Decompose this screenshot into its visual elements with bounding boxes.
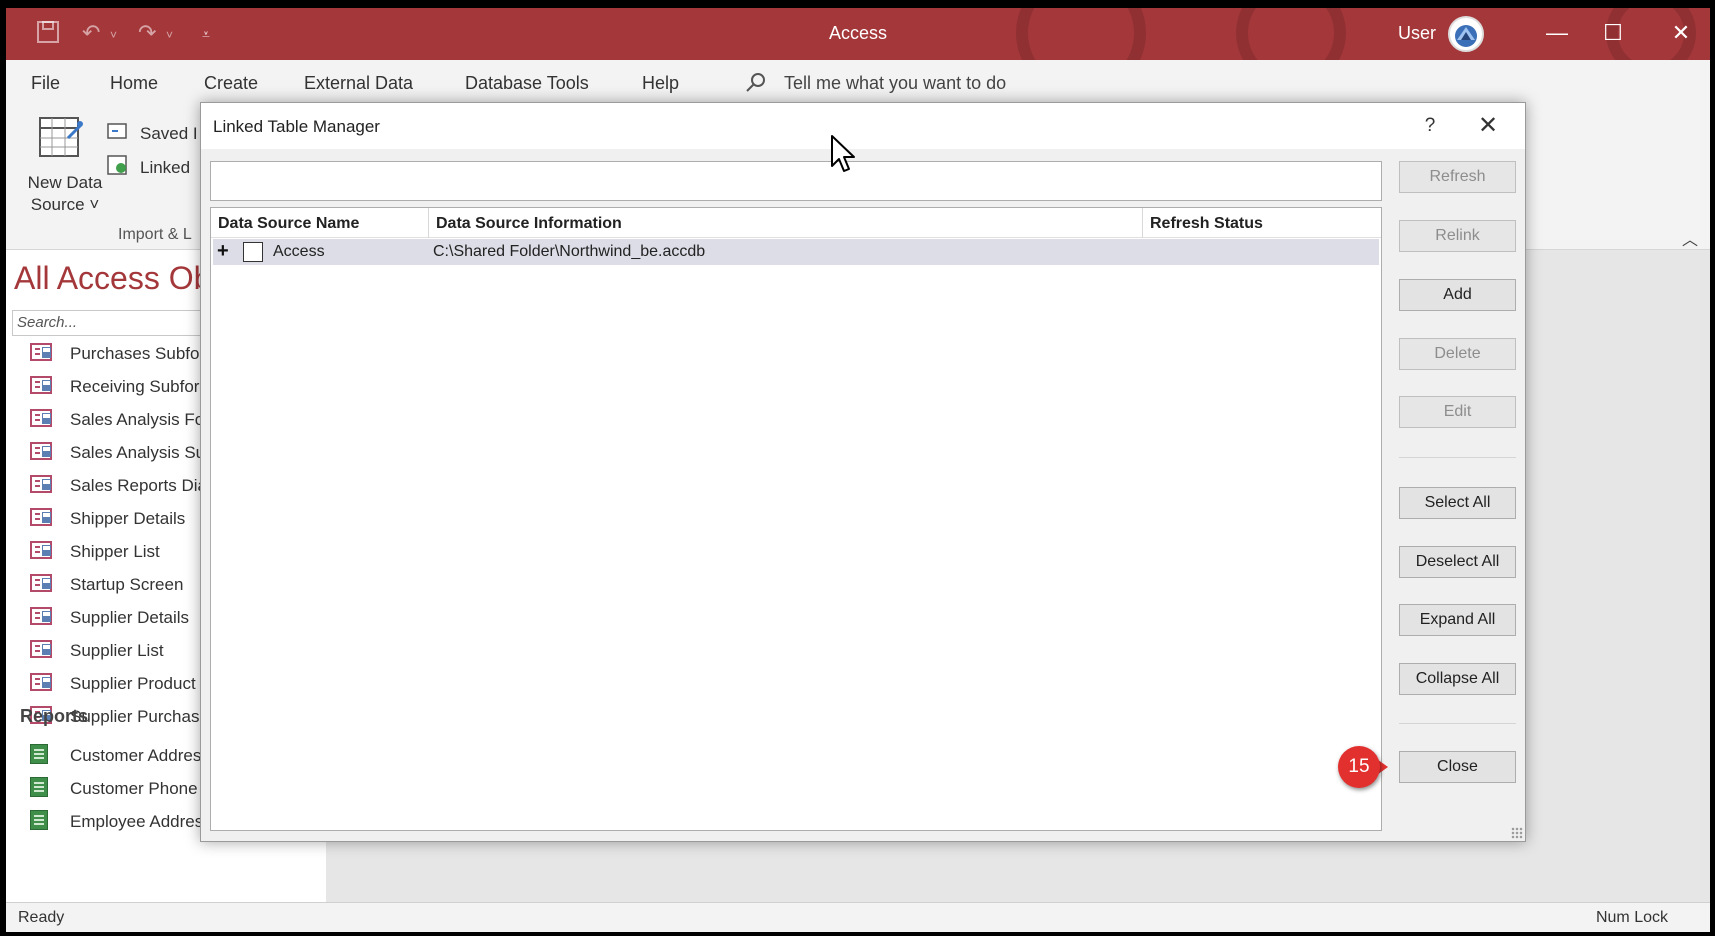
button-separator bbox=[1399, 457, 1516, 458]
delete-button[interactable]: Delete bbox=[1399, 338, 1516, 370]
dialog-title-bar: Linked Table Manager ? ✕ bbox=[201, 103, 1525, 149]
report-icon bbox=[30, 744, 48, 764]
minimize-button[interactable]: — bbox=[1542, 18, 1572, 48]
menu-bar: File Home Create External Data Database … bbox=[6, 60, 1710, 100]
add-button[interactable]: Add bbox=[1399, 279, 1516, 311]
title-bar: ↶ ˅ ↷ ˅ ⩡ Access User — ☐ ✕ bbox=[6, 8, 1710, 60]
collapse-all-button[interactable]: Collapse All bbox=[1399, 663, 1516, 695]
status-bar: Ready Num Lock bbox=[6, 902, 1710, 932]
select-all-button[interactable]: Select All bbox=[1399, 487, 1516, 519]
form-icon bbox=[30, 607, 52, 625]
tab-database-tools[interactable]: Database Tools bbox=[465, 73, 589, 94]
relink-button[interactable]: Relink bbox=[1399, 220, 1516, 252]
tab-external-data[interactable]: External Data bbox=[304, 73, 413, 94]
tab-file[interactable]: File bbox=[31, 73, 60, 94]
report-icon bbox=[30, 777, 48, 797]
column-header-data-source-information[interactable]: Data Source Information bbox=[429, 208, 1143, 238]
new-data-source-icon[interactable] bbox=[38, 114, 84, 165]
row-checkbox[interactable] bbox=[243, 242, 263, 262]
linked-tables-list[interactable]: Data Source Name Data Source Information… bbox=[210, 207, 1382, 831]
deselect-all-button[interactable]: Deselect All bbox=[1399, 546, 1516, 578]
linked-table-manager-button[interactable]: Linked bbox=[140, 158, 190, 178]
tab-create[interactable]: Create bbox=[204, 73, 258, 94]
form-icon bbox=[30, 541, 52, 559]
form-icon bbox=[30, 343, 52, 361]
table-row[interactable]: + Access C:\Shared Folder\Northwind_be.a… bbox=[213, 239, 1379, 265]
column-header-refresh-status[interactable]: Refresh Status bbox=[1143, 208, 1381, 238]
step-number-badge: 15 bbox=[1338, 746, 1388, 790]
saved-imports-button[interactable]: Saved I bbox=[140, 124, 198, 144]
help-button[interactable]: ? bbox=[1415, 111, 1445, 141]
collapse-ribbon-icon[interactable]: ︿ bbox=[1682, 226, 1698, 250]
status-ready: Ready bbox=[18, 909, 65, 926]
nav-reports-heading[interactable]: Reports bbox=[20, 706, 88, 727]
linked-table-manager-dialog: Linked Table Manager ? ✕ Data Source Nam… bbox=[200, 102, 1526, 842]
dialog-close-button[interactable]: ✕ bbox=[1471, 111, 1505, 141]
status-num-lock: Num Lock bbox=[1595, 909, 1668, 926]
form-icon bbox=[30, 376, 52, 394]
form-icon bbox=[30, 574, 52, 592]
access-window: ↶ ˅ ↷ ˅ ⩡ Access User — ☐ ✕ File Home Cr… bbox=[6, 8, 1710, 932]
close-button[interactable]: Close bbox=[1399, 751, 1516, 783]
step-number: 15 bbox=[1338, 746, 1380, 788]
form-icon bbox=[30, 475, 52, 493]
linked-table-manager-icon bbox=[106, 154, 130, 181]
import-link-group-label: Import & L bbox=[118, 226, 192, 243]
list-header: Data Source Name Data Source Information… bbox=[211, 208, 1381, 238]
user-name[interactable]: User bbox=[1398, 23, 1436, 44]
tab-home[interactable]: Home bbox=[110, 73, 158, 94]
search-icon bbox=[744, 70, 768, 99]
expand-all-button[interactable]: Expand All bbox=[1399, 604, 1516, 636]
avatar[interactable] bbox=[1448, 16, 1484, 52]
form-icon bbox=[30, 442, 52, 460]
resize-grip-icon[interactable] bbox=[1511, 827, 1523, 839]
dialog-title: Linked Table Manager bbox=[213, 117, 380, 136]
expand-icon[interactable]: + bbox=[217, 240, 229, 263]
form-icon bbox=[30, 409, 52, 427]
nav-pane-title[interactable]: All Access Ob bbox=[14, 260, 211, 297]
tell-me-search[interactable]: Tell me what you want to do bbox=[784, 73, 1006, 94]
column-header-data-source-name[interactable]: Data Source Name bbox=[211, 208, 429, 238]
tab-help[interactable]: Help bbox=[642, 73, 679, 94]
form-icon bbox=[30, 508, 52, 526]
refresh-button[interactable]: Refresh bbox=[1399, 161, 1516, 193]
form-icon bbox=[30, 673, 52, 691]
edit-button[interactable]: Edit bbox=[1399, 396, 1516, 428]
row-data-source-name: Access bbox=[273, 243, 325, 260]
row-data-source-information: C:\Shared Folder\Northwind_be.accdb bbox=[433, 243, 706, 260]
maximize-button[interactable]: ☐ bbox=[1598, 18, 1628, 48]
report-icon bbox=[30, 810, 48, 830]
form-icon bbox=[30, 640, 52, 658]
new-data-source-button[interactable]: New Data Source ˅ bbox=[20, 172, 110, 216]
saved-imports-icon bbox=[106, 120, 130, 147]
mouse-cursor-icon bbox=[830, 134, 856, 174]
data-source-path-field[interactable] bbox=[210, 161, 1382, 201]
close-window-button[interactable]: ✕ bbox=[1666, 18, 1696, 48]
button-separator bbox=[1399, 723, 1516, 724]
